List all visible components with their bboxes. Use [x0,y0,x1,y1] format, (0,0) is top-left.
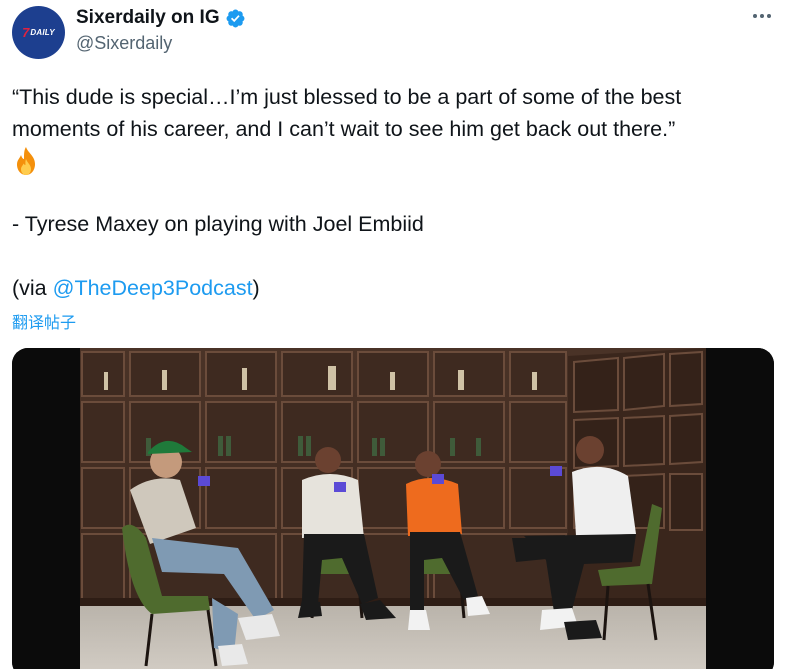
podcast-studio-scene [12,348,774,669]
author-display-name[interactable]: Sixerdaily on IG [76,7,220,29]
avatar-mark: 7 [22,25,30,40]
tweet[interactable]: 7 DAILY Sixerdaily on IG @Sixerdaily “Th… [0,0,786,669]
more-horizontal-icon [753,14,757,18]
author-name-row: Sixerdaily on IG [76,5,246,31]
tweet-text-line-1: “This dude is special…I’m just blessed t… [12,85,682,109]
tweet-text: “This dude is special…I’m just blessed t… [12,81,772,145]
avatar[interactable]: 7 DAILY [12,6,65,59]
author-handle[interactable]: @Sixerdaily [76,33,172,54]
mention-link[interactable]: @TheDeep3Podcast [53,276,253,300]
tweet-via: (via @TheDeep3Podcast) [12,272,260,304]
media-video[interactable] [12,348,774,669]
via-prefix: (via [12,276,53,300]
more-options-button[interactable] [748,6,776,26]
via-suffix: ) [252,276,260,300]
translate-post-link[interactable]: 翻译帖子 [12,309,76,333]
verified-badge-icon [226,9,245,27]
avatar-logo-text: DAILY [30,28,55,37]
tweet-attribution: - Tyrese Maxey on playing with Joel Embi… [12,212,424,236]
tweet-text-line-2: moments of his career, and I can’t wait … [12,117,676,141]
fire-icon [17,147,35,175]
